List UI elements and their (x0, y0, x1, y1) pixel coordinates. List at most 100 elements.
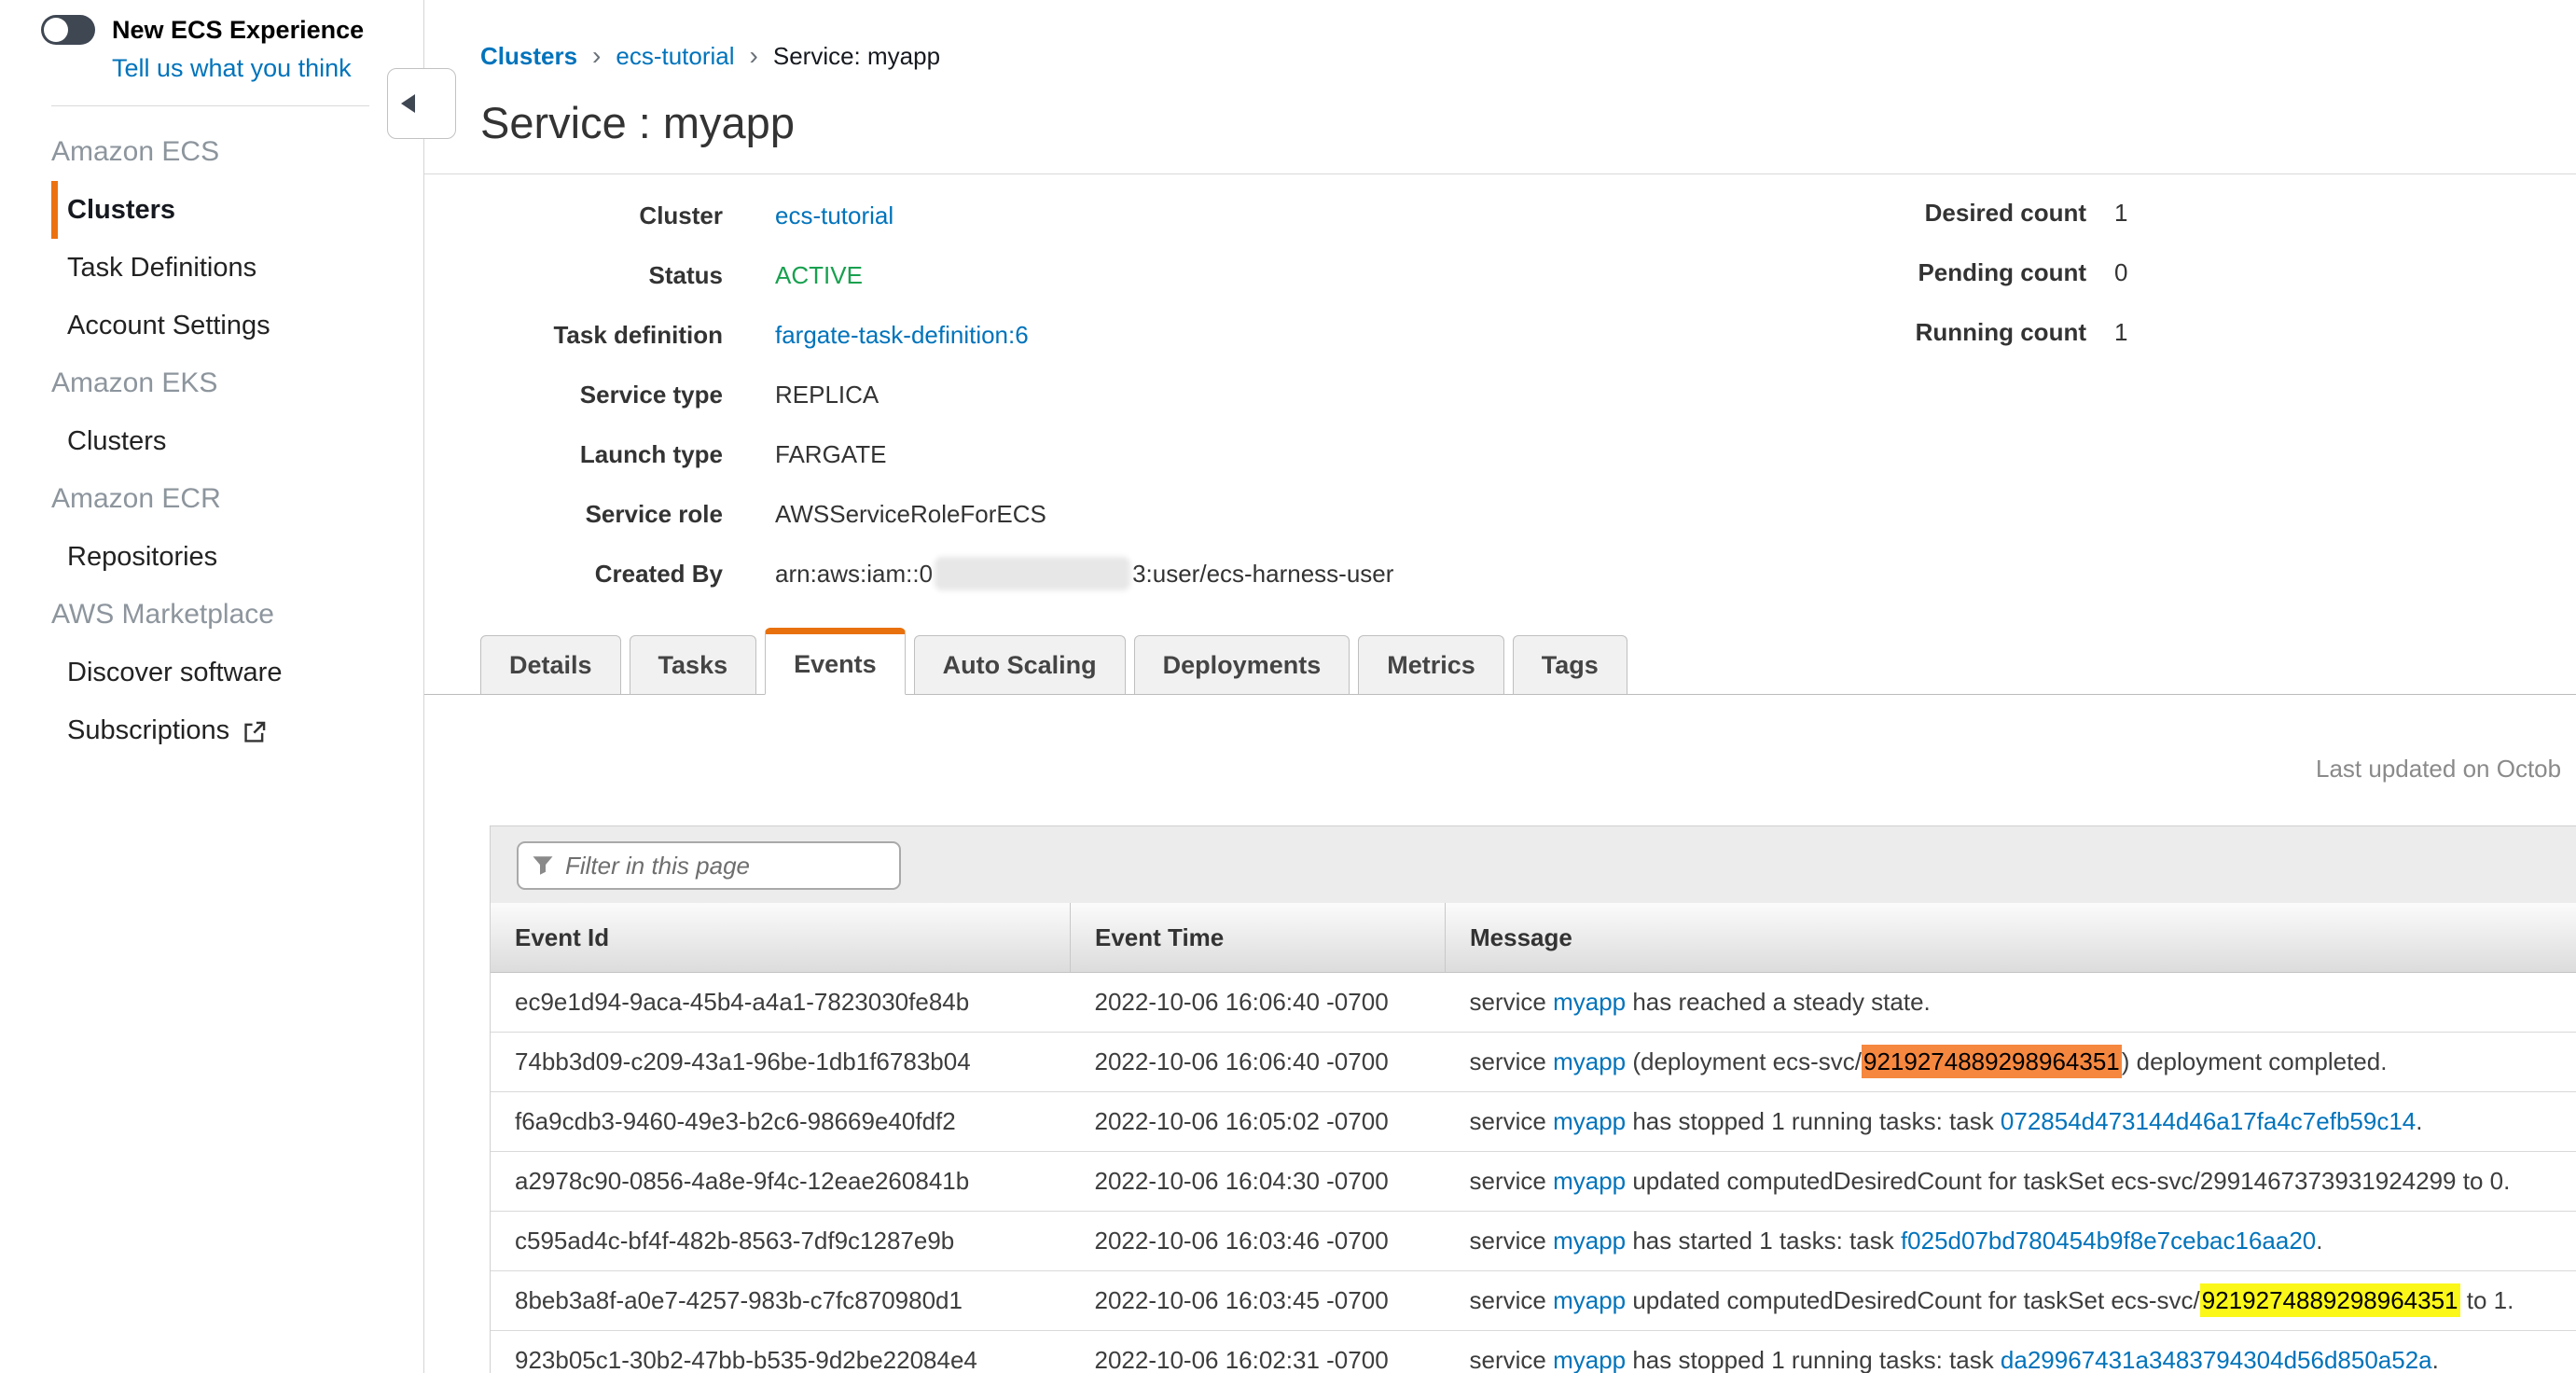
detail-value: AWSServiceRoleForECS (775, 500, 1046, 529)
message-text: (deployment ecs-svc/ (1626, 1047, 1862, 1075)
detail-row: Task definitionfargate-task-definition:6 (480, 305, 2576, 365)
inline-link[interactable]: myapp (1553, 1107, 1626, 1135)
inline-link[interactable]: myapp (1553, 1286, 1626, 1314)
events-table: Event Id Event Time Message ec9e1d94-9ac… (491, 903, 2576, 1373)
detail-label: Service role (480, 500, 723, 529)
tab-deployments[interactable]: Deployments (1134, 635, 1350, 695)
inline-link[interactable]: fargate-task-definition:6 (775, 321, 1029, 350)
tab-bar: DetailsTasksEventsAuto ScalingDeployment… (424, 628, 2576, 695)
sidebar-item-clusters[interactable]: Clusters (51, 412, 423, 470)
message-text: service (1470, 1167, 1554, 1195)
chevron-right-icon: › (592, 41, 601, 71)
message-text: . (2416, 1107, 2422, 1135)
sidebar-item-subscriptions[interactable]: Subscriptions (51, 701, 423, 759)
message-text: to 1. (2460, 1286, 2514, 1314)
event-message-cell: service myapp has stopped 1 running task… (1446, 1331, 2576, 1373)
count-label: Running count (1760, 318, 2086, 347)
new-ecs-experience-toggle[interactable] (41, 15, 95, 45)
message-text: service (1470, 1346, 1554, 1373)
table-row: f6a9cdb3-9460-49e3-b2c6-98669e40fdf22022… (491, 1092, 2576, 1152)
detail-row: Created Byarn:aws:iam::03:user/ecs-harne… (480, 544, 2576, 603)
sidebar-item-label: Discover software (67, 658, 282, 688)
breadcrumb-cluster-link[interactable]: ecs-tutorial (616, 42, 734, 71)
count-value: 1 (2114, 318, 2127, 347)
table-row: 923b05c1-30b2-47bb-b535-9d2be22084e42022… (491, 1331, 2576, 1373)
sidebar-item-label: Clusters (67, 426, 166, 457)
service-counts: Desired count1Pending count0Running coun… (1760, 183, 2127, 362)
count-row: Desired count1 (1760, 183, 2127, 243)
filter-box (517, 841, 901, 890)
page-title: Service : myapp (480, 97, 2576, 149)
events-panel: Event Id Event Time Message ec9e1d94-9ac… (490, 825, 2576, 1373)
external-link-icon (242, 720, 267, 744)
detail-row: Cluster ecs-tutorial (480, 186, 2576, 245)
sidebar-item-repositories[interactable]: Repositories (51, 528, 423, 586)
detail-label: Cluster (480, 201, 723, 230)
detail-value: ACTIVE (775, 261, 863, 290)
event-time-cell: 2022-10-06 16:03:46 -0700 (1071, 1212, 1446, 1271)
tab-metrics[interactable]: Metrics (1358, 635, 1504, 695)
message-text: updated computedDesiredCount for taskSet… (1626, 1167, 2510, 1195)
search-highlight-yellow: 9219274889298964351 (2200, 1283, 2460, 1317)
sidebar-item-discover-software[interactable]: Discover software (51, 644, 423, 701)
event-message-cell: service myapp has stopped 1 running task… (1446, 1092, 2576, 1152)
sidebar-item-label: Repositories (67, 542, 217, 573)
search-highlight-orange: 9219274889298964351 (1862, 1045, 2122, 1078)
sidebar-item-label: Subscriptions (67, 715, 229, 746)
sidebar-item-account-settings[interactable]: Account Settings (51, 297, 423, 354)
title-divider (424, 173, 2576, 174)
count-row: Pending count0 (1760, 243, 2127, 302)
sidebar-item-task-definitions[interactable]: Task Definitions (51, 239, 423, 297)
chevron-right-icon: › (750, 41, 758, 71)
last-updated-row: Last updated on Octob (424, 755, 2576, 783)
tab-tags[interactable]: Tags (1513, 635, 1627, 695)
sidebar-item-clusters[interactable]: Clusters (51, 181, 423, 239)
message-text: 3:user/ecs-harness-user (1132, 560, 1393, 589)
inline-link[interactable]: myapp (1553, 1167, 1626, 1195)
detail-value: ecs-tutorial (775, 201, 893, 230)
nav-section-header: Amazon ECS (51, 123, 423, 181)
detail-row: StatusACTIVE (480, 245, 2576, 305)
inline-link[interactable]: 072854d473144d46a17fa4c7efb59c14 (2001, 1107, 2416, 1135)
last-updated-text: Last updated on Octob (2316, 755, 2561, 784)
filter-input[interactable] (563, 851, 886, 881)
event-id-cell: c595ad4c-bf4f-482b-8563-7df9c1287e9b (491, 1212, 1071, 1271)
message-text: service (1470, 1286, 1554, 1314)
sidebar-collapse-button[interactable] (387, 68, 456, 139)
sidebar: New ECS Experience Tell us what you thin… (0, 0, 424, 1373)
message-text: service (1470, 988, 1554, 1016)
detail-value: arn:aws:iam::03:user/ecs-harness-user (775, 557, 1393, 590)
tab-events[interactable]: Events (765, 628, 906, 695)
inline-link[interactable]: f025d07bd780454b9f8e7cebac16aa20 (1901, 1227, 2316, 1255)
message-text: REPLICA (775, 381, 879, 409)
feedback-link[interactable]: Tell us what you think (112, 54, 423, 83)
column-header-event-time: Event Time (1071, 903, 1446, 973)
inline-link[interactable]: myapp (1553, 988, 1626, 1016)
detail-label: Service type (480, 381, 723, 409)
inline-link[interactable]: da29967431a3483794304d56d850a52a (2001, 1346, 2432, 1373)
table-row: 8beb3a8f-a0e7-4257-983b-c7fc870980d12022… (491, 1271, 2576, 1331)
nav-section-header: AWS Marketplace (51, 586, 423, 644)
event-time-cell: 2022-10-06 16:04:30 -0700 (1071, 1152, 1446, 1212)
count-row: Running count 1 (1760, 302, 2127, 362)
events-table-header-row: Event Id Event Time Message (491, 903, 2576, 973)
event-message-cell: service myapp has reached a steady state… (1446, 973, 2576, 1033)
inline-link[interactable]: ecs-tutorial (775, 201, 893, 230)
breadcrumb-clusters-link[interactable]: Clusters (480, 42, 577, 71)
sidebar-item-label: Account Settings (67, 311, 270, 341)
detail-label: Launch type (480, 440, 723, 469)
breadcrumb-current: Service: myapp (773, 42, 940, 71)
event-id-cell: ec9e1d94-9aca-45b4-a4a1-7823030fe84b (491, 973, 1071, 1033)
detail-row: Launch typeFARGATE (480, 424, 2576, 484)
inline-link[interactable]: myapp (1553, 1047, 1626, 1075)
event-id-cell: 8beb3a8f-a0e7-4257-983b-c7fc870980d1 (491, 1271, 1071, 1331)
service-details: Cluster ecs-tutorial StatusACTIVETask defi… (480, 186, 2576, 603)
count-value: 0 (2114, 258, 2127, 287)
inline-link[interactable]: myapp (1553, 1227, 1626, 1255)
tab-tasks[interactable]: Tasks (630, 635, 757, 695)
tab-details[interactable]: Details (480, 635, 621, 695)
message-text: has stopped 1 running tasks: task (1626, 1107, 2001, 1135)
tab-auto-scaling[interactable]: Auto Scaling (914, 635, 1126, 695)
detail-row: Service type REPLICA (480, 365, 2576, 424)
inline-link[interactable]: myapp (1553, 1346, 1626, 1373)
